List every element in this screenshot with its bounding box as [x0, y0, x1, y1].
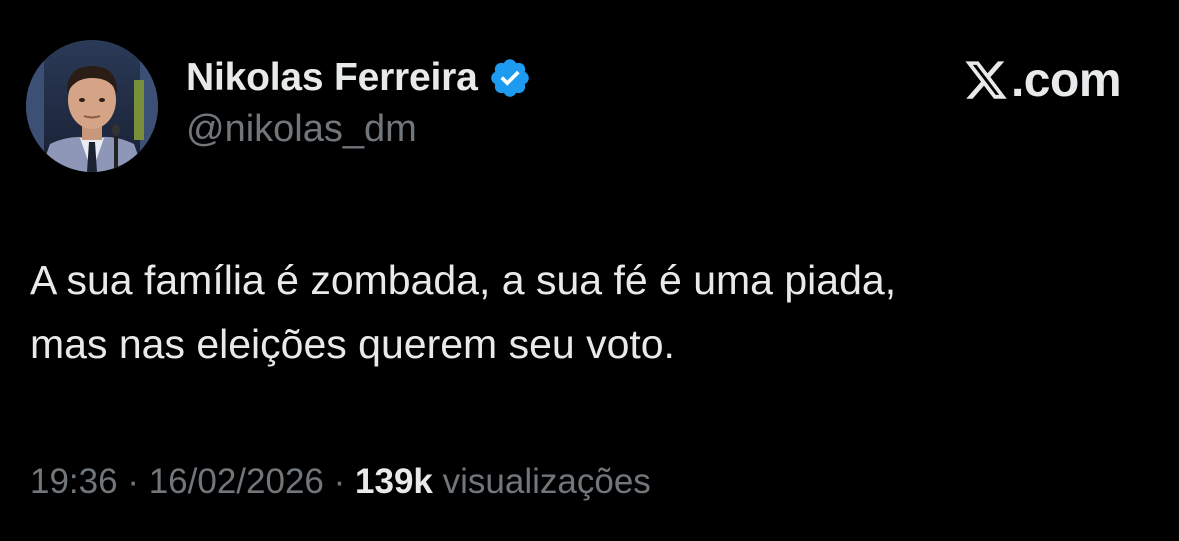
meta-separator: ·: [333, 462, 346, 501]
x-logo-icon: [963, 57, 1009, 103]
avatar-photo: [26, 40, 158, 172]
brand-watermark: .com: [963, 52, 1122, 108]
tweet-time[interactable]: 19:36: [30, 462, 118, 501]
tweet-date[interactable]: 16/02/2026: [149, 462, 324, 501]
tweet-card: Nikolas Ferreira @nikolas_dm .com A sua …: [0, 0, 1179, 541]
tweet-meta: 19:36 · 16/02/2026 · 139k visualizações: [30, 462, 651, 502]
tweet-text: A sua família é zombada, a sua fé é uma …: [30, 248, 1150, 376]
views-label: visualizações: [442, 462, 651, 501]
meta-separator: ·: [127, 462, 139, 501]
brand-text: .com: [1010, 53, 1122, 107]
avatar[interactable]: [26, 40, 158, 172]
name-row: Nikolas Ferreira: [186, 52, 532, 104]
author-display-name[interactable]: Nikolas Ferreira: [186, 56, 478, 100]
author-handle[interactable]: @nikolas_dm: [186, 108, 532, 151]
tweet-text-line: A sua família é zombada, a sua fé é uma …: [30, 257, 897, 303]
tweet-text-line: mas nas eleições querem seu voto.: [30, 321, 675, 367]
author-info: Nikolas Ferreira @nikolas_dm: [186, 52, 532, 151]
verified-badge-icon: [488, 56, 532, 100]
views-count[interactable]: 139k: [355, 462, 433, 501]
